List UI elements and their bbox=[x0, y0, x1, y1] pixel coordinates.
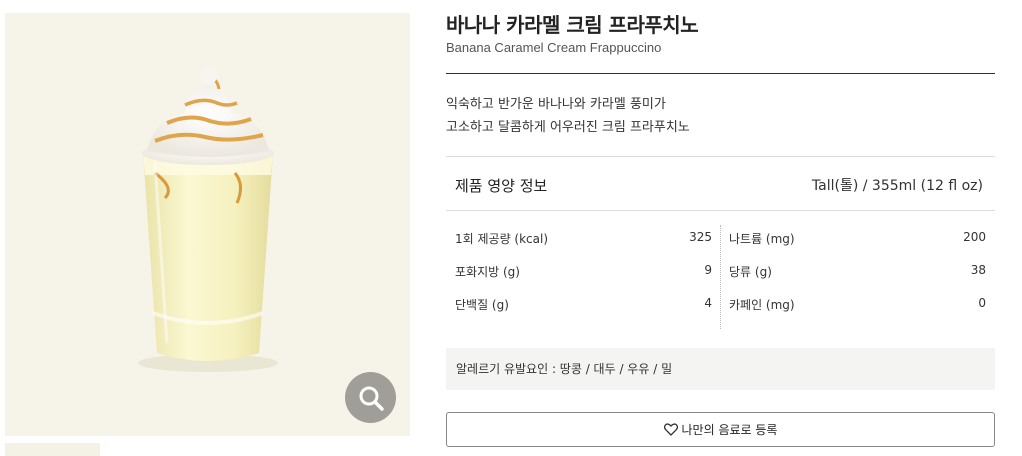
nutrition-label: 단백질 (g) bbox=[455, 298, 509, 312]
frappuccino-cup-illustration bbox=[138, 67, 278, 372]
nutrition-label: 카페인 (mg) bbox=[729, 298, 795, 312]
product-title: 바나나 카라멜 크림 프라푸치노 bbox=[446, 13, 699, 37]
nutrition-label: 나트륨 (mg) bbox=[729, 232, 795, 246]
nutrition-value: 9 bbox=[704, 263, 712, 277]
column-divider bbox=[720, 225, 721, 329]
product-english-name: Banana Caramel Cream Frappuccino bbox=[446, 40, 662, 55]
divider bbox=[446, 210, 995, 211]
heart-outline-icon bbox=[663, 423, 678, 436]
description-line: 익숙하고 반가운 바나나와 카라멜 풍미가 bbox=[446, 97, 666, 112]
add-favorite-label: 나만의 음료로 등록 bbox=[681, 423, 778, 437]
thumbnail-strip[interactable] bbox=[5, 443, 100, 456]
nutrition-value: 0 bbox=[978, 296, 986, 310]
nutrition-value: 4 bbox=[704, 296, 712, 310]
product-description: 익숙하고 반가운 바나나와 카라멜 풍미가 고소하고 달콤하게 어우러진 크림 … bbox=[446, 93, 690, 139]
nutrition-label: 1회 제공량 (kcal) bbox=[455, 232, 549, 246]
nutrition-value: 200 bbox=[963, 230, 986, 244]
allergy-info: 알레르기 유발요인 : 땅콩 / 대두 / 우유 / 밀 bbox=[446, 348, 995, 390]
magnifier-icon bbox=[359, 386, 384, 411]
nutrition-value: 38 bbox=[970, 263, 986, 277]
nutrition-value: 325 bbox=[689, 230, 712, 244]
nutrition-heading: 제품 영양 정보 bbox=[455, 177, 548, 195]
divider bbox=[446, 156, 995, 157]
description-line: 고소하고 달콤하게 어우러진 크림 프라푸치노 bbox=[446, 120, 690, 135]
divider bbox=[446, 73, 995, 74]
add-favorite-button[interactable]: 나만의 음료로 등록 bbox=[446, 412, 995, 447]
product-image bbox=[5, 13, 410, 436]
zoom-button[interactable] bbox=[345, 372, 396, 423]
serving-size: Tall(톨) / 355ml (12 fl oz) bbox=[811, 178, 983, 194]
nutrition-label: 포화지방 (g) bbox=[455, 265, 520, 279]
nutrition-label: 당류 (g) bbox=[729, 265, 772, 279]
